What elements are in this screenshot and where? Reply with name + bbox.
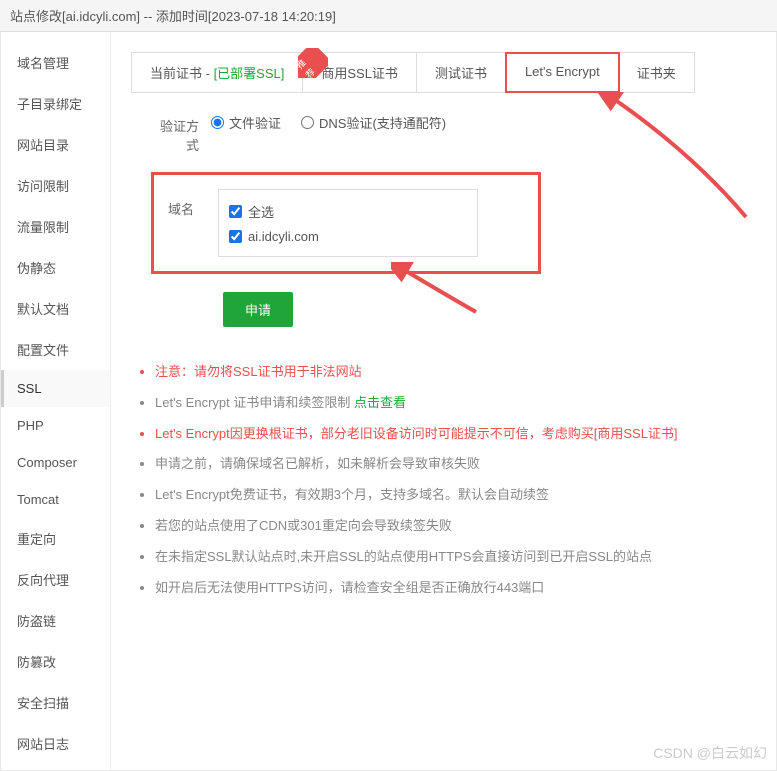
tab-4[interactable]: 证书夹 (619, 53, 694, 92)
sidebar-item-6[interactable]: 默认文档 (1, 288, 110, 329)
sidebar-item-8[interactable]: SSL (1, 370, 110, 407)
sidebar-item-17[interactable]: 网站日志 (1, 723, 110, 764)
domain-name: ai.idcyli.com (248, 229, 319, 244)
note-4: Let's Encrypt免费证书，有效期3个月，支持多域名。默认会自动续签 (155, 480, 756, 511)
note-0: 注意：请勿将SSL证书用于非法网站 (155, 357, 756, 388)
domain-checkbox[interactable]: ai.idcyli.com (227, 225, 469, 248)
radio-dns-input[interactable] (301, 116, 314, 129)
sidebar-item-3[interactable]: 访问限制 (1, 165, 110, 206)
sidebar-item-12[interactable]: 重定向 (1, 518, 110, 559)
window-title: 站点修改[ai.idcyli.com] -- 添加时间[2023-07-18 1… (0, 0, 777, 32)
ribbon-icon (298, 48, 328, 78)
tab-0[interactable]: 当前证书 - [已部署SSL] (132, 53, 303, 92)
sidebar: 域名管理子目录绑定网站目录访问限制流量限制伪静态默认文档配置文件SSLPHPCo… (1, 32, 111, 770)
radio-file-input[interactable] (211, 116, 224, 129)
tab-2[interactable]: 测试证书 (417, 53, 506, 92)
domain-box: 域名 全选 ai.idcyli.com (151, 172, 541, 274)
sidebar-item-4[interactable]: 流量限制 (1, 206, 110, 247)
note-1: Let's Encrypt 证书申请和续签限制 点击查看 (155, 388, 756, 419)
verify-radio-group: 文件验证 DNS验证(支持通配符) (211, 113, 446, 132)
domain-label: 域名 (168, 189, 206, 218)
checkbox-domain[interactable] (229, 230, 242, 243)
radio-dns-label: DNS验证(支持通配符) (319, 113, 446, 132)
sidebar-item-11[interactable]: Tomcat (1, 481, 110, 518)
domain-list: 全选 ai.idcyli.com (218, 189, 478, 257)
sidebar-item-2[interactable]: 网站目录 (1, 124, 110, 165)
note-link[interactable]: 点击查看 (354, 395, 406, 410)
note-7: 如开启后无法使用HTTPS访问，请检查安全组是否正确放行443端口 (155, 573, 756, 604)
sidebar-item-1[interactable]: 子目录绑定 (1, 83, 110, 124)
checkbox-all[interactable] (229, 205, 242, 218)
sidebar-item-5[interactable]: 伪静态 (1, 247, 110, 288)
sidebar-item-16[interactable]: 安全扫描 (1, 682, 110, 723)
sidebar-item-10[interactable]: Composer (1, 444, 110, 481)
apply-button[interactable]: 申请 (223, 292, 293, 327)
note-3: 申请之前，请确保域名已解析，如未解析会导致审核失败 (155, 449, 756, 480)
note-2: Let's Encrypt因更换根证书，部分老旧设备访问时可能提示不可信，考虑购… (155, 419, 756, 450)
main-panel: 当前证书 - [已部署SSL]商用SSL证书测试证书Let's Encrypt证… (111, 32, 776, 770)
main-container: 域名管理子目录绑定网站目录访问限制流量限制伪静态默认文档配置文件SSLPHPCo… (0, 32, 777, 771)
note-link-red[interactable]: [商用SSL证书] (594, 426, 678, 441)
radio-dns-verify[interactable]: DNS验证(支持通配符) (301, 113, 446, 132)
sidebar-item-14[interactable]: 防盗链 (1, 600, 110, 641)
sidebar-item-7[interactable]: 配置文件 (1, 329, 110, 370)
sidebar-item-9[interactable]: PHP (1, 407, 110, 444)
sidebar-item-15[interactable]: 防篡改 (1, 641, 110, 682)
notes-list: 注意：请勿将SSL证书用于非法网站Let's Encrypt 证书申请和续签限制… (131, 357, 756, 603)
note-6: 在未指定SSL默认站点时,未开启SSL的站点使用HTTPS会直接访问到已开启SS… (155, 542, 756, 573)
select-all-checkbox[interactable]: 全选 (227, 198, 469, 225)
radio-file-label: 文件验证 (229, 113, 281, 132)
tab-3[interactable]: Let's Encrypt (505, 52, 620, 93)
verify-label: 验证方式 (151, 113, 211, 154)
watermark: CSDN @白云如幻 (653, 743, 767, 763)
form-area: 验证方式 文件验证 DNS验证(支持通配符) 域名 (131, 93, 756, 327)
sidebar-item-13[interactable]: 反向代理 (1, 559, 110, 600)
sidebar-item-0[interactable]: 域名管理 (1, 42, 110, 83)
tab-1[interactable]: 商用SSL证书 (303, 53, 417, 92)
note-5: 若您的站点使用了CDN或301重定向会导致续签失败 (155, 511, 756, 542)
select-all-label: 全选 (248, 202, 274, 221)
tabs: 当前证书 - [已部署SSL]商用SSL证书测试证书Let's Encrypt证… (131, 52, 695, 93)
radio-file-verify[interactable]: 文件验证 (211, 113, 281, 132)
